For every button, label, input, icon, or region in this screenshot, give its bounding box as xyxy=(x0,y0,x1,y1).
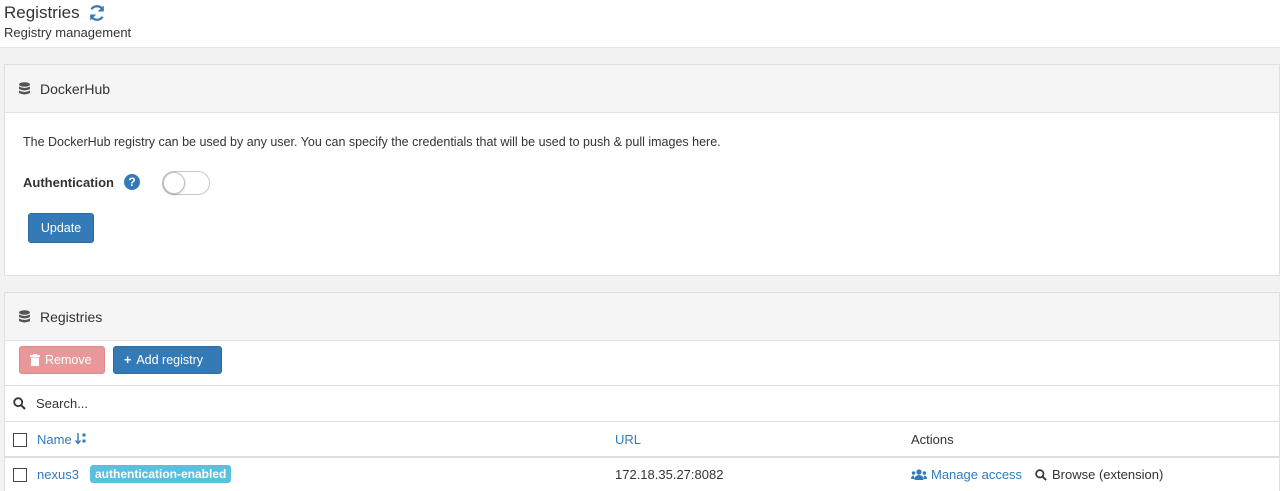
select-all-checkbox[interactable] xyxy=(13,433,27,447)
plus-icon: + xyxy=(124,353,132,367)
registry-name-link[interactable]: nexus3 xyxy=(37,467,79,482)
remove-button[interactable]: Remove xyxy=(19,346,105,374)
authentication-toggle[interactable] xyxy=(162,171,210,195)
trash-icon xyxy=(30,354,40,366)
registries-panel: Registries Remove + Add registry Name UR… xyxy=(4,292,1280,491)
page-header: Registries Registry management xyxy=(0,0,1280,48)
search-icon xyxy=(13,397,26,410)
registries-panel-title: Registries xyxy=(40,308,103,325)
manage-access-label: Manage access xyxy=(931,467,1023,482)
dockerhub-panel: DockerHub The DockerHub registry can be … xyxy=(4,64,1280,276)
add-registry-label: Add registry xyxy=(136,353,204,367)
authentication-label: Authentication xyxy=(23,175,114,190)
column-header-name[interactable]: Name xyxy=(37,432,87,447)
registries-panel-header: Registries xyxy=(5,293,1279,341)
database-icon xyxy=(19,82,30,95)
update-button[interactable]: Update xyxy=(28,213,94,243)
remove-button-label: Remove xyxy=(45,353,92,367)
add-registry-button[interactable]: + Add registry xyxy=(113,346,222,374)
registry-url: 172.18.35.27:8082 xyxy=(615,467,724,482)
browse-extension-link[interactable]: Browse (extension) xyxy=(1035,467,1163,482)
page-title: Registries xyxy=(4,3,106,23)
column-header-name-label: Name xyxy=(37,432,72,447)
dockerhub-panel-title: DockerHub xyxy=(40,80,111,97)
sort-icon xyxy=(74,433,86,445)
toggle-knob xyxy=(163,172,185,194)
dockerhub-description: The DockerHub registry can be used by an… xyxy=(23,135,721,149)
search-input[interactable] xyxy=(36,396,636,411)
row-checkbox[interactable] xyxy=(13,468,27,482)
table-row: nexus3 authentication-enabled 172.18.35.… xyxy=(5,458,1280,491)
table-header: Name URL Actions xyxy=(5,422,1280,458)
database-icon xyxy=(19,310,30,323)
browse-extension-label: Browse (extension) xyxy=(1052,467,1164,482)
dockerhub-panel-header: DockerHub xyxy=(5,65,1279,113)
status-badge: authentication-enabled xyxy=(90,465,232,483)
search-bar xyxy=(5,385,1280,422)
manage-access-link[interactable]: Manage access xyxy=(911,467,1022,482)
search-icon xyxy=(1035,468,1047,481)
column-header-url[interactable]: URL xyxy=(615,432,641,447)
page-subtitle: Registry management xyxy=(4,25,132,40)
refresh-icon[interactable] xyxy=(88,4,106,22)
page-title-text: Registries xyxy=(4,3,80,22)
users-icon xyxy=(911,469,927,480)
column-header-actions: Actions xyxy=(911,432,954,447)
help-icon[interactable]: ? xyxy=(124,174,140,190)
